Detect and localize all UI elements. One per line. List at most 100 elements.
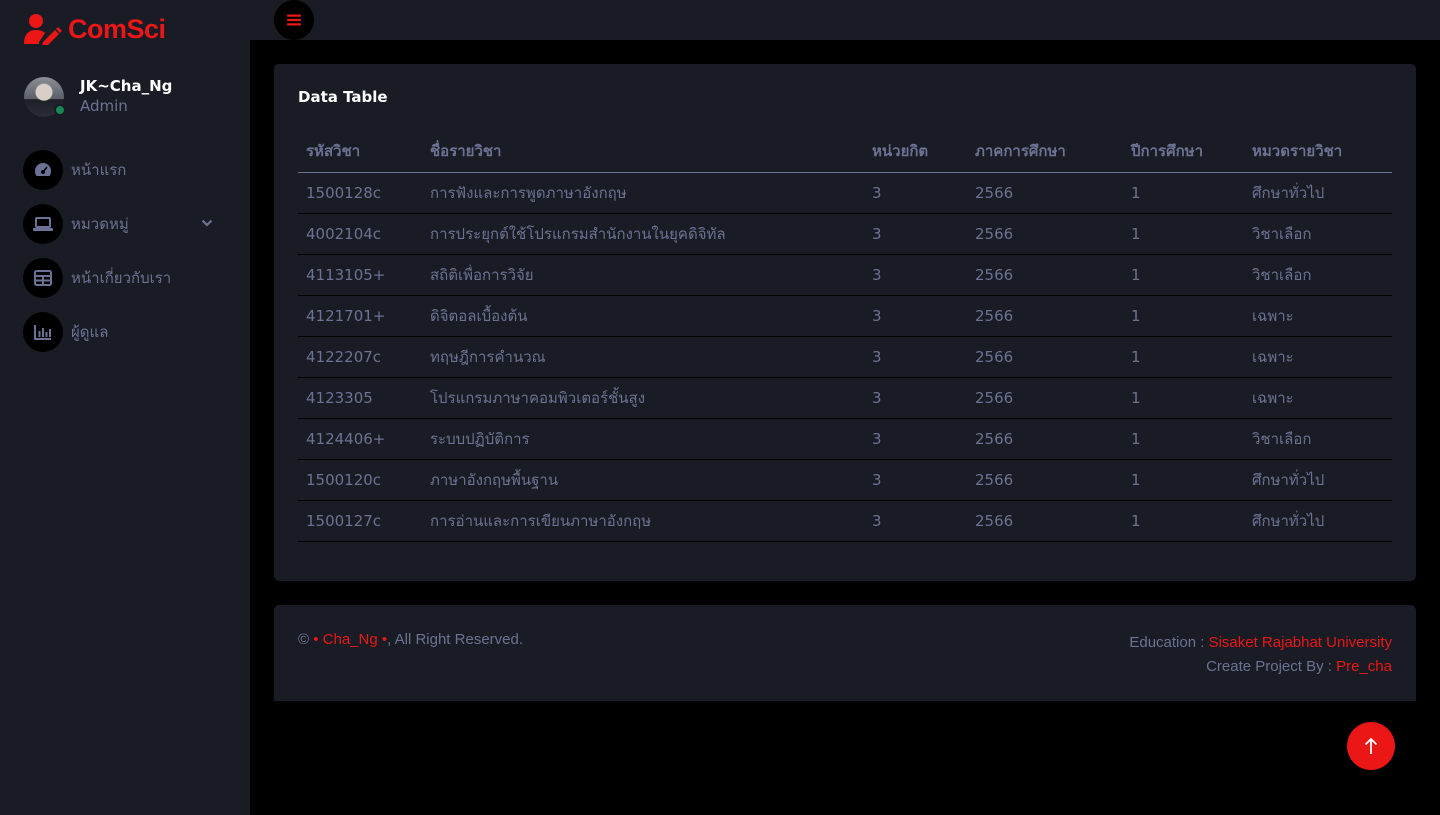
user-edit-icon [24,14,62,45]
table-cell: 3 [864,500,967,542]
table-cell: 2566 [967,336,1123,378]
column-header: หน่วยกิต [864,131,967,173]
table-row: 1500120c ภาษาอังกฤษพื้นฐาน 3 2566 1 ศึกษาทั่ว… [298,459,1392,501]
table-cell: 1 [1123,254,1244,296]
table-cell: 1 [1123,295,1244,337]
table-row: 4124406+ ระบบปฏิบัติการ 3 2566 1 วิชาเลือก [298,418,1392,460]
table-cell: เฉพาะ [1244,377,1392,419]
sidebar: ComSci JK~Cha_Ng Admin หน้าแรก หมวดหมู่ … [0,0,250,815]
copyright-link[interactable]: • Cha_Ng • [313,631,387,648]
table-cell: การฟังและการพูดภาษาอังกฤษ [422,172,864,214]
table-row: 4002104c การประยุกต์ใช้โปรแกรมสำนักงานในย… [298,213,1392,255]
table-cell: 3 [864,295,967,337]
brand-name: ComSci [68,13,166,44]
table-cell: 2566 [967,213,1123,255]
chevron-down-icon [201,219,213,227]
table-cell: 3 [864,213,967,255]
education-label: Education : [1129,634,1209,651]
column-header: รหัสวิชา [298,131,422,173]
table-cell: 2566 [967,459,1123,501]
table-cell: 1 [1123,172,1244,214]
table-cell: 1 [1123,459,1244,501]
table-icon [23,258,63,298]
topbar [250,0,1440,40]
sidebar-item-admin[interactable]: ผู้ดูแล [23,312,223,352]
table-cell: 1500120c [298,459,422,501]
online-status-dot [54,104,66,116]
course-table: รหัสวิชา ชื่อรายวิชา หน่วยกิต ภาคการศึกษ… [298,131,1392,542]
table-cell: 2566 [967,377,1123,419]
table-cell: ศึกษาทั่วไป [1244,172,1392,214]
table-cell: ดิจิตอลเบื้องต้น [422,295,864,337]
table-cell: โปรแกรมภาษาคอมพิวเตอร์ชั้นสูง [422,377,864,419]
profile-role: Admin [80,97,128,115]
table-row: 4113105+ สถิติเพื่อการวิจัย 3 2566 1 วิชาเลือ… [298,254,1392,296]
copyright-symbol: © [298,631,310,648]
table-row: 4122207c ทฤษฎีการคำนวณ 3 2566 1 เฉพาะ [298,336,1392,378]
table-cell: เฉพาะ [1244,336,1392,378]
table-row: 4123305 โปรแกรมภาษาคอมพิวเตอร์ชั้นสูง 3 256… [298,377,1392,419]
table-cell: 4113105+ [298,254,422,296]
arrow-up-icon [1364,737,1378,754]
column-header: ภาคการศึกษา [967,131,1123,173]
copyright-suffix: , All Right Reserved. [387,631,524,648]
table-cell: ภาษาอังกฤษพื้นฐาน [422,459,864,501]
copyright-text: © • Cha_Ng •, All Right Reserved. [298,631,523,648]
sidebar-item-about[interactable]: หน้าเกี่ยวกับเรา [23,258,223,298]
table-cell: 2566 [967,295,1123,337]
table-cell: เฉพาะ [1244,295,1392,337]
table-cell: 4123305 [298,377,422,419]
table-cell: 2566 [967,500,1123,542]
table-cell: 1 [1123,336,1244,378]
column-header: หมวดรายวิชา [1244,131,1392,173]
brand-logo[interactable]: ComSci [24,12,166,46]
table-cell: 1 [1123,500,1244,542]
table-cell: 2566 [967,418,1123,460]
table-row: 1500127c การอ่านและการเขียนภาษาอังกฤษ 3 256… [298,500,1392,542]
table-cell: วิชาเลือก [1244,213,1392,255]
education-link[interactable]: Sisaket Rajabhat University [1209,634,1392,651]
table-cell: 3 [864,336,967,378]
project-label: Create Project By : [1206,658,1337,675]
table-cell: 4002104c [298,213,422,255]
sidebar-item-label: ผู้ดูแล [71,323,109,341]
project-link[interactable]: Pre_cha [1336,658,1392,675]
table-cell: 4124406+ [298,418,422,460]
sidebar-item-label: หน้าเกี่ยวกับเรา [71,269,172,287]
tachometer-icon [23,150,63,190]
data-table-card: Data Table รหัสวิชา ชื่อรายวิชา หน่วยกิต… [274,64,1416,581]
table-cell: ศึกษาทั่วไป [1244,459,1392,501]
sidebar-item-home[interactable]: หน้าแรก [23,150,223,190]
sidebar-toggle-button[interactable] [274,0,314,40]
column-header: ชื่อรายวิชา [422,131,864,173]
table-cell: 1500127c [298,500,422,542]
table-cell: ทฤษฎีการคำนวณ [422,336,864,378]
table-cell: วิชาเลือก [1244,418,1392,460]
table-cell: 1 [1123,377,1244,419]
table-cell: ศึกษาทั่วไป [1244,500,1392,542]
sidebar-item-categories[interactable]: หมวดหมู่ [23,204,223,244]
table-row: 4121701+ ดิจิตอลเบื้องต้น 3 2566 1 เฉพาะ [298,295,1392,337]
table-cell: 2566 [967,254,1123,296]
sidebar-item-label: หน้าแรก [71,161,127,179]
table-cell: ระบบปฏิบัติการ [422,418,864,460]
back-to-top-button[interactable] [1347,722,1395,770]
sidebar-nav: หน้าแรก หมวดหมู่ หน้าเกี่ยวกับเรา ผู้ดูแ… [23,150,223,366]
card-title: Data Table [298,88,388,106]
table-cell: 3 [864,377,967,419]
chart-bar-icon [23,312,63,352]
table-cell: 4121701+ [298,295,422,337]
table-cell: 3 [864,254,967,296]
table-cell: 1500128c [298,172,422,214]
sidebar-item-label: หมวดหมู่ [71,215,129,233]
profile-name: JK~Cha_Ng [80,77,173,95]
table-cell: การอ่านและการเขียนภาษาอังกฤษ [422,500,864,542]
table-cell: 3 [864,418,967,460]
table-cell: 1 [1123,213,1244,255]
bars-icon [287,14,301,26]
table-cell: 1 [1123,418,1244,460]
table-header-row: รหัสวิชา ชื่อรายวิชา หน่วยกิต ภาคการศึกษ… [298,131,1392,173]
column-header: ปีการศึกษา [1123,131,1244,173]
table-cell: สถิติเพื่อการวิจัย [422,254,864,296]
avatar [24,77,66,117]
